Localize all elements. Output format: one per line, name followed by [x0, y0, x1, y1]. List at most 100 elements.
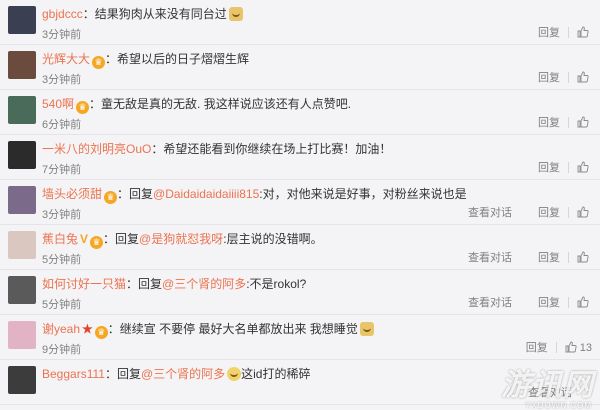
username-link[interactable]: Beggars111 [42, 367, 105, 381]
reply-button[interactable]: 回复 [538, 249, 560, 265]
avatar[interactable] [8, 276, 36, 304]
view-conversation-link[interactable]: 查看对话 [468, 294, 512, 310]
avatar[interactable] [8, 141, 36, 169]
comment-text: ：结果狗肉从来没有同台过 [82, 7, 227, 21]
avatar[interactable] [8, 96, 36, 124]
comment-text: :不是rokol? [246, 277, 307, 291]
username-link[interactable]: gbjdccc [42, 7, 83, 21]
comment-text: ：希望以后的日子熠熠生辉 [105, 52, 250, 66]
comment-text: :层主说的没错啊。 [223, 232, 323, 246]
like-button[interactable] [577, 206, 592, 219]
like-button[interactable] [577, 116, 592, 129]
thumbs-up-icon [577, 116, 589, 127]
username-link[interactable]: 蕉白兔 [42, 232, 78, 246]
thumbs-up-icon [577, 251, 589, 262]
mention-link[interactable]: @三个肾的阿多 [162, 277, 246, 291]
comment-time: 6分钟前 [42, 119, 82, 131]
comment-text: :对，对他来说是好事，对粉丝来说也是 [259, 187, 467, 201]
username-link[interactable]: 540啊 [42, 97, 74, 111]
username-link[interactable]: 谢yeah [42, 322, 80, 336]
comment-item: 一米八的刘明亮OuO：希望还能看到你继续在场上打比赛！加油！ 7分钟前 回复 [0, 135, 600, 180]
avatar[interactable] [8, 51, 36, 79]
comment-time: 7分钟前 [42, 164, 82, 176]
thumbs-up-icon [565, 341, 577, 352]
divider [568, 71, 569, 83]
comment-text: ：童无敌是真的无敌. 我这样说应该还有人点赞吧. [89, 97, 352, 111]
comment-actions: 查看对话 回复 [462, 294, 592, 310]
avatar[interactable] [8, 321, 36, 349]
comment-time: 9分钟前 [42, 344, 82, 356]
thumbs-up-icon [577, 71, 589, 82]
comment-line: 蕉白兔 V ♛ ：回复@是狗就怼我呀:层主说的没错啊。 [42, 231, 592, 249]
reply-prefix: ：回复 [104, 367, 141, 381]
username-link[interactable]: 墙头必须甜 [42, 187, 102, 201]
doge-emoji-icon [359, 322, 374, 336]
comment-time: 3分钟前 [42, 74, 82, 86]
reply-button[interactable]: 回复 [538, 294, 560, 310]
like-button[interactable] [577, 296, 592, 309]
doge-emoji-icon [228, 7, 243, 21]
divider [568, 296, 569, 308]
verified-icon: V [80, 232, 89, 246]
vip-badge-icon: ♛ [90, 236, 104, 249]
view-conversation-link[interactable]: 查看对话 [468, 249, 512, 265]
reply-prefix: ：回复 [117, 187, 154, 201]
comment-actions: 回复 [532, 114, 592, 130]
vip-badge-icon: ♛ [76, 101, 90, 114]
comment-actions: 查看对话 回复 [462, 249, 592, 265]
comment-item: 谢yeah ★ ♛ ：继续宣 不要停 最好大名单都放出来 我想睡觉 9分钟前 回复 13 [0, 315, 600, 360]
username-link[interactable]: 光辉大大 [42, 52, 90, 66]
comment-actions: 回复 13 [520, 339, 592, 355]
reply-button[interactable]: 回复 [538, 114, 560, 130]
divider [568, 206, 569, 218]
comment-item: 如何讨好一只猫：回复@三个肾的阿多:不是rokol? 5分钟前 查看对话 回复 [0, 270, 600, 315]
like-button[interactable] [577, 26, 592, 39]
vip-badge-icon: ♛ [104, 191, 118, 204]
divider [568, 161, 569, 173]
like-button[interactable] [577, 251, 592, 264]
comment-time: 5分钟前 [42, 254, 82, 266]
view-conversation-link[interactable]: 查看对话 [468, 204, 512, 220]
mention-link[interactable]: @三个肾的阿多 [141, 367, 225, 381]
site-watermark: 游讯网 [501, 369, 594, 402]
site-watermark-sub: YXDOWN.COM [525, 401, 592, 410]
avatar[interactable] [8, 6, 36, 34]
mention-link[interactable]: @是狗就怼我呀 [139, 232, 223, 246]
comment-actions: 回复 [532, 24, 592, 40]
thumbs-up-icon [577, 26, 589, 37]
comment-line: 光辉大大 ♛ ：希望以后的日子熠熠生辉 [42, 51, 592, 69]
reply-prefix: ：回复 [103, 232, 140, 246]
reply-button[interactable]: 回复 [538, 159, 560, 175]
star-icon: ★ [82, 322, 93, 336]
reply-button[interactable]: 回复 [526, 339, 548, 355]
divider [555, 341, 557, 353]
thumbs-up-icon [577, 161, 589, 172]
comment-actions: 查看对话 回复 [462, 204, 592, 220]
comment-line: 谢yeah ★ ♛ ：继续宣 不要停 最好大名单都放出来 我想睡觉 [42, 321, 592, 339]
username-link[interactable]: 如何讨好一只猫 [42, 277, 126, 291]
divider [568, 26, 569, 38]
avatar[interactable] [8, 231, 36, 259]
comment-list: gbjdccc：结果狗肉从来没有同台过 3分钟前 回复 光辉大大 ♛ ：希望以后的日子熠熠… [0, 0, 600, 405]
comment-line: 墙头必须甜 ♛ ：回复@Daidaidaidaiiii815:对，对他来说是好事，对… [42, 186, 592, 204]
comment-text: 这id打的稀碎 [241, 367, 311, 381]
avatar[interactable] [8, 366, 36, 394]
reply-button[interactable]: 回复 [538, 24, 560, 40]
avatar[interactable] [8, 186, 36, 214]
mention-link[interactable]: @Daidaidaidaiiii815 [153, 187, 259, 201]
comment-time: 5分钟前 [42, 299, 82, 311]
reply-button[interactable]: 回复 [538, 204, 560, 220]
comment-item: gbjdccc：结果狗肉从来没有同台过 3分钟前 回复 [0, 0, 600, 45]
username-link[interactable]: 一米八的刘明亮OuO [42, 142, 151, 156]
like-button[interactable] [577, 161, 592, 174]
reply-button[interactable]: 回复 [538, 69, 560, 85]
like-button[interactable]: 13 [565, 341, 592, 354]
like-button[interactable] [577, 71, 592, 84]
comment-line: 如何讨好一只猫：回复@三个肾的阿多:不是rokol? [42, 276, 592, 292]
thumbs-up-icon [577, 296, 589, 307]
divider [568, 251, 569, 263]
comment-line: 一米八的刘明亮OuO：希望还能看到你继续在场上打比赛！加油！ [42, 141, 592, 157]
comment-time: 3分钟前 [42, 209, 82, 221]
comment-item: 光辉大大 ♛ ：希望以后的日子熠熠生辉 3分钟前 回复 [0, 45, 600, 90]
comment-line: gbjdccc：结果狗肉从来没有同台过 [42, 6, 592, 22]
